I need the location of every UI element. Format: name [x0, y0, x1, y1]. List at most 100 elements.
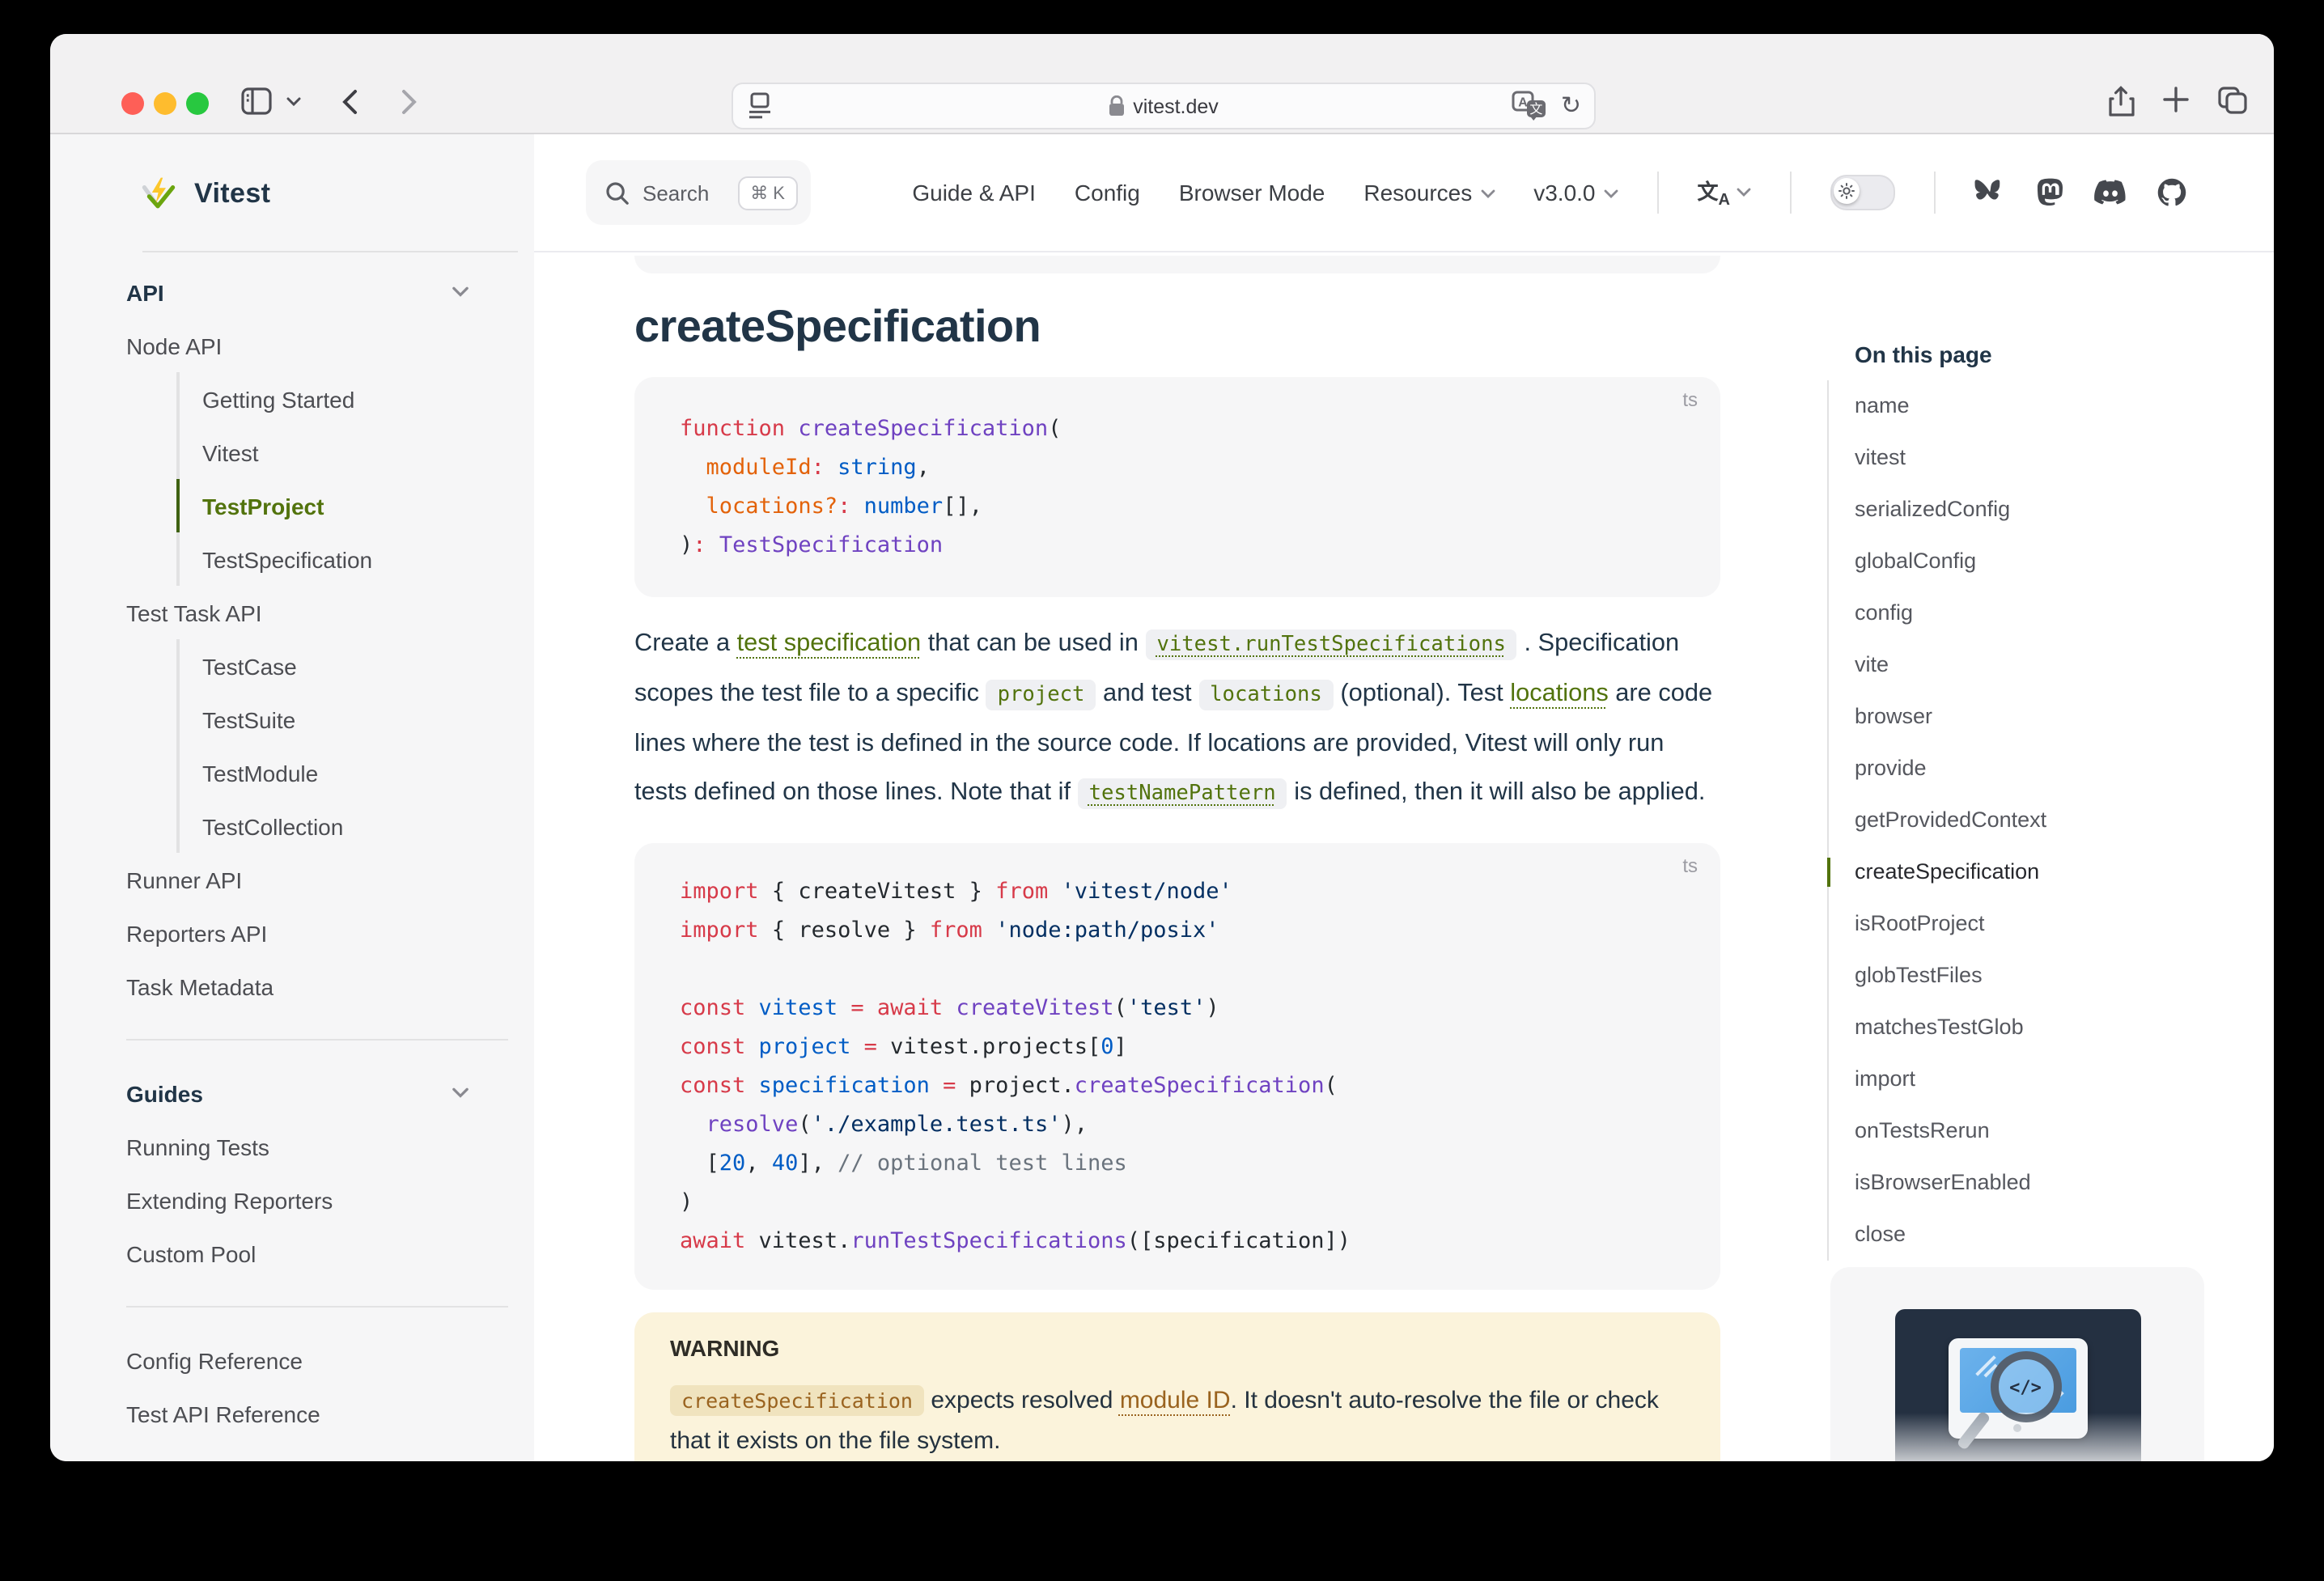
sidebar-group-label: API: [126, 279, 164, 305]
search-shortcut-badge: ⌘ K: [737, 176, 798, 210]
code-link-vitest-runtestspecifications[interactable]: vitest.runTestSpecifications: [1145, 629, 1516, 660]
doc-page[interactable]: createSpecification ts function createSp…: [534, 254, 2274, 1461]
logo-row[interactable]: Vitest: [50, 134, 534, 252]
theme-toggle-knob: [1834, 178, 1860, 204]
reload-icon[interactable]: ↻: [1561, 91, 1581, 121]
address-bar[interactable]: vitest.dev A 文 ↻: [732, 83, 1596, 129]
url-text-group: vitest.dev: [733, 84, 1594, 128]
addressbar-actions: A 文 ↻: [1512, 91, 1581, 121]
language-switch[interactable]: 文A: [1698, 175, 1752, 210]
sidebar-group-api[interactable]: API: [126, 265, 469, 319]
toc-item-serializedconfig[interactable]: serializedConfig: [1829, 484, 2232, 536]
nav-link-browser-mode[interactable]: Browser Mode: [1179, 180, 1325, 206]
nav-link-guide-api[interactable]: Guide & API: [912, 180, 1036, 206]
discord-icon[interactable]: [2094, 180, 2127, 206]
sidebar-item-testmodule[interactable]: TestModule: [176, 746, 469, 799]
tab-overview-icon[interactable]: [2217, 86, 2248, 115]
sidebar-item-running-tests[interactable]: Running Tests: [126, 1120, 469, 1173]
sidebar-item-testspecification[interactable]: TestSpecification: [176, 532, 469, 586]
toc-item-provide[interactable]: provide: [1829, 743, 2232, 795]
sidebar-item-reporters-api[interactable]: Reporters API: [126, 906, 469, 960]
divider: [1790, 172, 1792, 214]
toc-item-getprovidedcontext[interactable]: getProvidedContext: [1829, 795, 2232, 846]
sidebar-item-extending-reporters[interactable]: Extending Reporters: [126, 1173, 469, 1227]
code-lines: import { createVitest } from 'vitest/nod…: [680, 873, 1675, 1261]
logo-text: Vitest: [194, 177, 270, 210]
chevron-down-icon: [452, 1087, 469, 1099]
bluesky-icon[interactable]: [1974, 179, 2005, 206]
code-language-label: ts: [1682, 855, 1698, 878]
translate-icon[interactable]: A 文: [1512, 91, 1548, 121]
toc-item-globtestfiles[interactable]: globTestFiles: [1829, 950, 2232, 1002]
sidebar-item-testproject[interactable]: TestProject: [176, 479, 469, 532]
svg-text:A: A: [1519, 96, 1529, 110]
sidebar-item-vitest[interactable]: Vitest: [176, 426, 469, 479]
chevron-down-icon: [452, 286, 469, 298]
sidebar-item-runner-api[interactable]: Runner API: [126, 853, 469, 906]
sidebar-item-task-metadata[interactable]: Task Metadata: [126, 960, 469, 1013]
docs-navbar: Search ⌘ K Guide & API Config Browser Mo…: [534, 134, 2274, 252]
link-module-id[interactable]: module ID: [1120, 1388, 1231, 1415]
minimize-window-button[interactable]: [154, 92, 176, 115]
toc-item-isrootproject[interactable]: isRootProject: [1829, 898, 2232, 950]
sponsor-ad-card[interactable]: </>: [1830, 1267, 2204, 1461]
sidebar-group-guides[interactable]: Guides: [126, 1066, 469, 1120]
forward-button[interactable]: [401, 89, 418, 115]
sidebar-item-custom-pool[interactable]: Custom Pool: [126, 1227, 469, 1280]
sidebar-chevron-icon[interactable]: [286, 97, 301, 107]
sidebar-item-getting-started[interactable]: Getting Started: [176, 372, 469, 426]
sidebar-item-test-api-reference[interactable]: Test API Reference: [126, 1387, 469, 1440]
link-locations[interactable]: locations: [1510, 680, 1609, 707]
page-title: createSpecification: [634, 299, 1720, 354]
code-language-label: ts: [1682, 388, 1698, 411]
nav-link-config[interactable]: Config: [1075, 180, 1140, 206]
nav-dropdown-resources[interactable]: Resources: [1363, 180, 1495, 206]
toc-item-createspecification[interactable]: createSpecification: [1829, 846, 2232, 898]
sidebar-item-testcollection[interactable]: TestCollection: [176, 799, 469, 853]
toc-item-vitest[interactable]: vitest: [1829, 432, 2232, 484]
vitest-docs-app: Vitest APINode APIGetting StartedVitestT…: [50, 134, 2274, 1461]
close-window-button[interactable]: [121, 92, 144, 115]
toc-item-vite[interactable]: vite: [1829, 639, 2232, 691]
mastodon-icon[interactable]: [2036, 178, 2063, 207]
browser-toolbar: vitest.dev A 文 ↻: [50, 34, 2274, 134]
previous-code-block-remnant: [634, 256, 1720, 273]
new-tab-icon[interactable]: [2162, 86, 2190, 113]
sidebar-item-node-api[interactable]: Node API: [126, 319, 469, 372]
text: is defined, then it will also be applied…: [1287, 778, 1706, 806]
toc-item-matchestestglob[interactable]: matchesTestGlob: [1829, 1002, 2232, 1053]
nav-dropdown-version[interactable]: v3.0.0: [1533, 180, 1618, 206]
toc-item-name[interactable]: name: [1829, 380, 2232, 432]
toc-item-config[interactable]: config: [1829, 587, 2232, 639]
sidebar-nav: API Node APIGetting StartedVitestTestProj…: [50, 252, 534, 1440]
toc-item-import[interactable]: import: [1829, 1053, 2232, 1105]
link-test-specification[interactable]: test specification: [737, 629, 922, 657]
traffic-lights: [121, 92, 209, 115]
browser-window: vitest.dev A 文 ↻: [50, 34, 2274, 1461]
toc-item-close[interactable]: close: [1829, 1209, 2232, 1261]
sun-icon: [1838, 183, 1855, 199]
text: that can be used in: [921, 629, 1145, 657]
code-link-testnamepattern[interactable]: testNamePattern: [1078, 778, 1287, 809]
sidebar-item-config-reference[interactable]: Config Reference: [126, 1333, 469, 1387]
github-icon[interactable]: [2157, 178, 2186, 207]
theme-toggle[interactable]: [1830, 175, 1895, 210]
toc-item-ontestsrerun[interactable]: onTestsRerun: [1829, 1105, 2232, 1157]
text: expects resolved: [924, 1388, 1120, 1415]
divider: [1657, 172, 1659, 214]
sidebar-item-testcase[interactable]: TestCase: [176, 639, 469, 693]
warning-body: createSpecification expects resolved mod…: [670, 1381, 1685, 1461]
toc-item-isbrowserenabled[interactable]: isBrowserEnabled: [1829, 1157, 2232, 1209]
sidebar-item-testsuite[interactable]: TestSuite: [176, 693, 469, 746]
toc-item-browser[interactable]: browser: [1829, 691, 2232, 743]
toc-title: On this page: [1827, 341, 2232, 367]
share-icon[interactable]: [2107, 86, 2135, 118]
sidebar-toggle-icon[interactable]: [241, 87, 272, 115]
toolbar-right-actions: [2107, 86, 2248, 118]
sidebar-item-test-task-api[interactable]: Test Task API: [126, 586, 469, 639]
search-button[interactable]: Search ⌘ K: [586, 160, 811, 225]
zoom-window-button[interactable]: [186, 92, 209, 115]
back-button[interactable]: [341, 89, 358, 115]
toc-item-globalconfig[interactable]: globalConfig: [1829, 536, 2232, 587]
signature-code-block: ts function createSpecification( moduleI…: [634, 377, 1720, 597]
